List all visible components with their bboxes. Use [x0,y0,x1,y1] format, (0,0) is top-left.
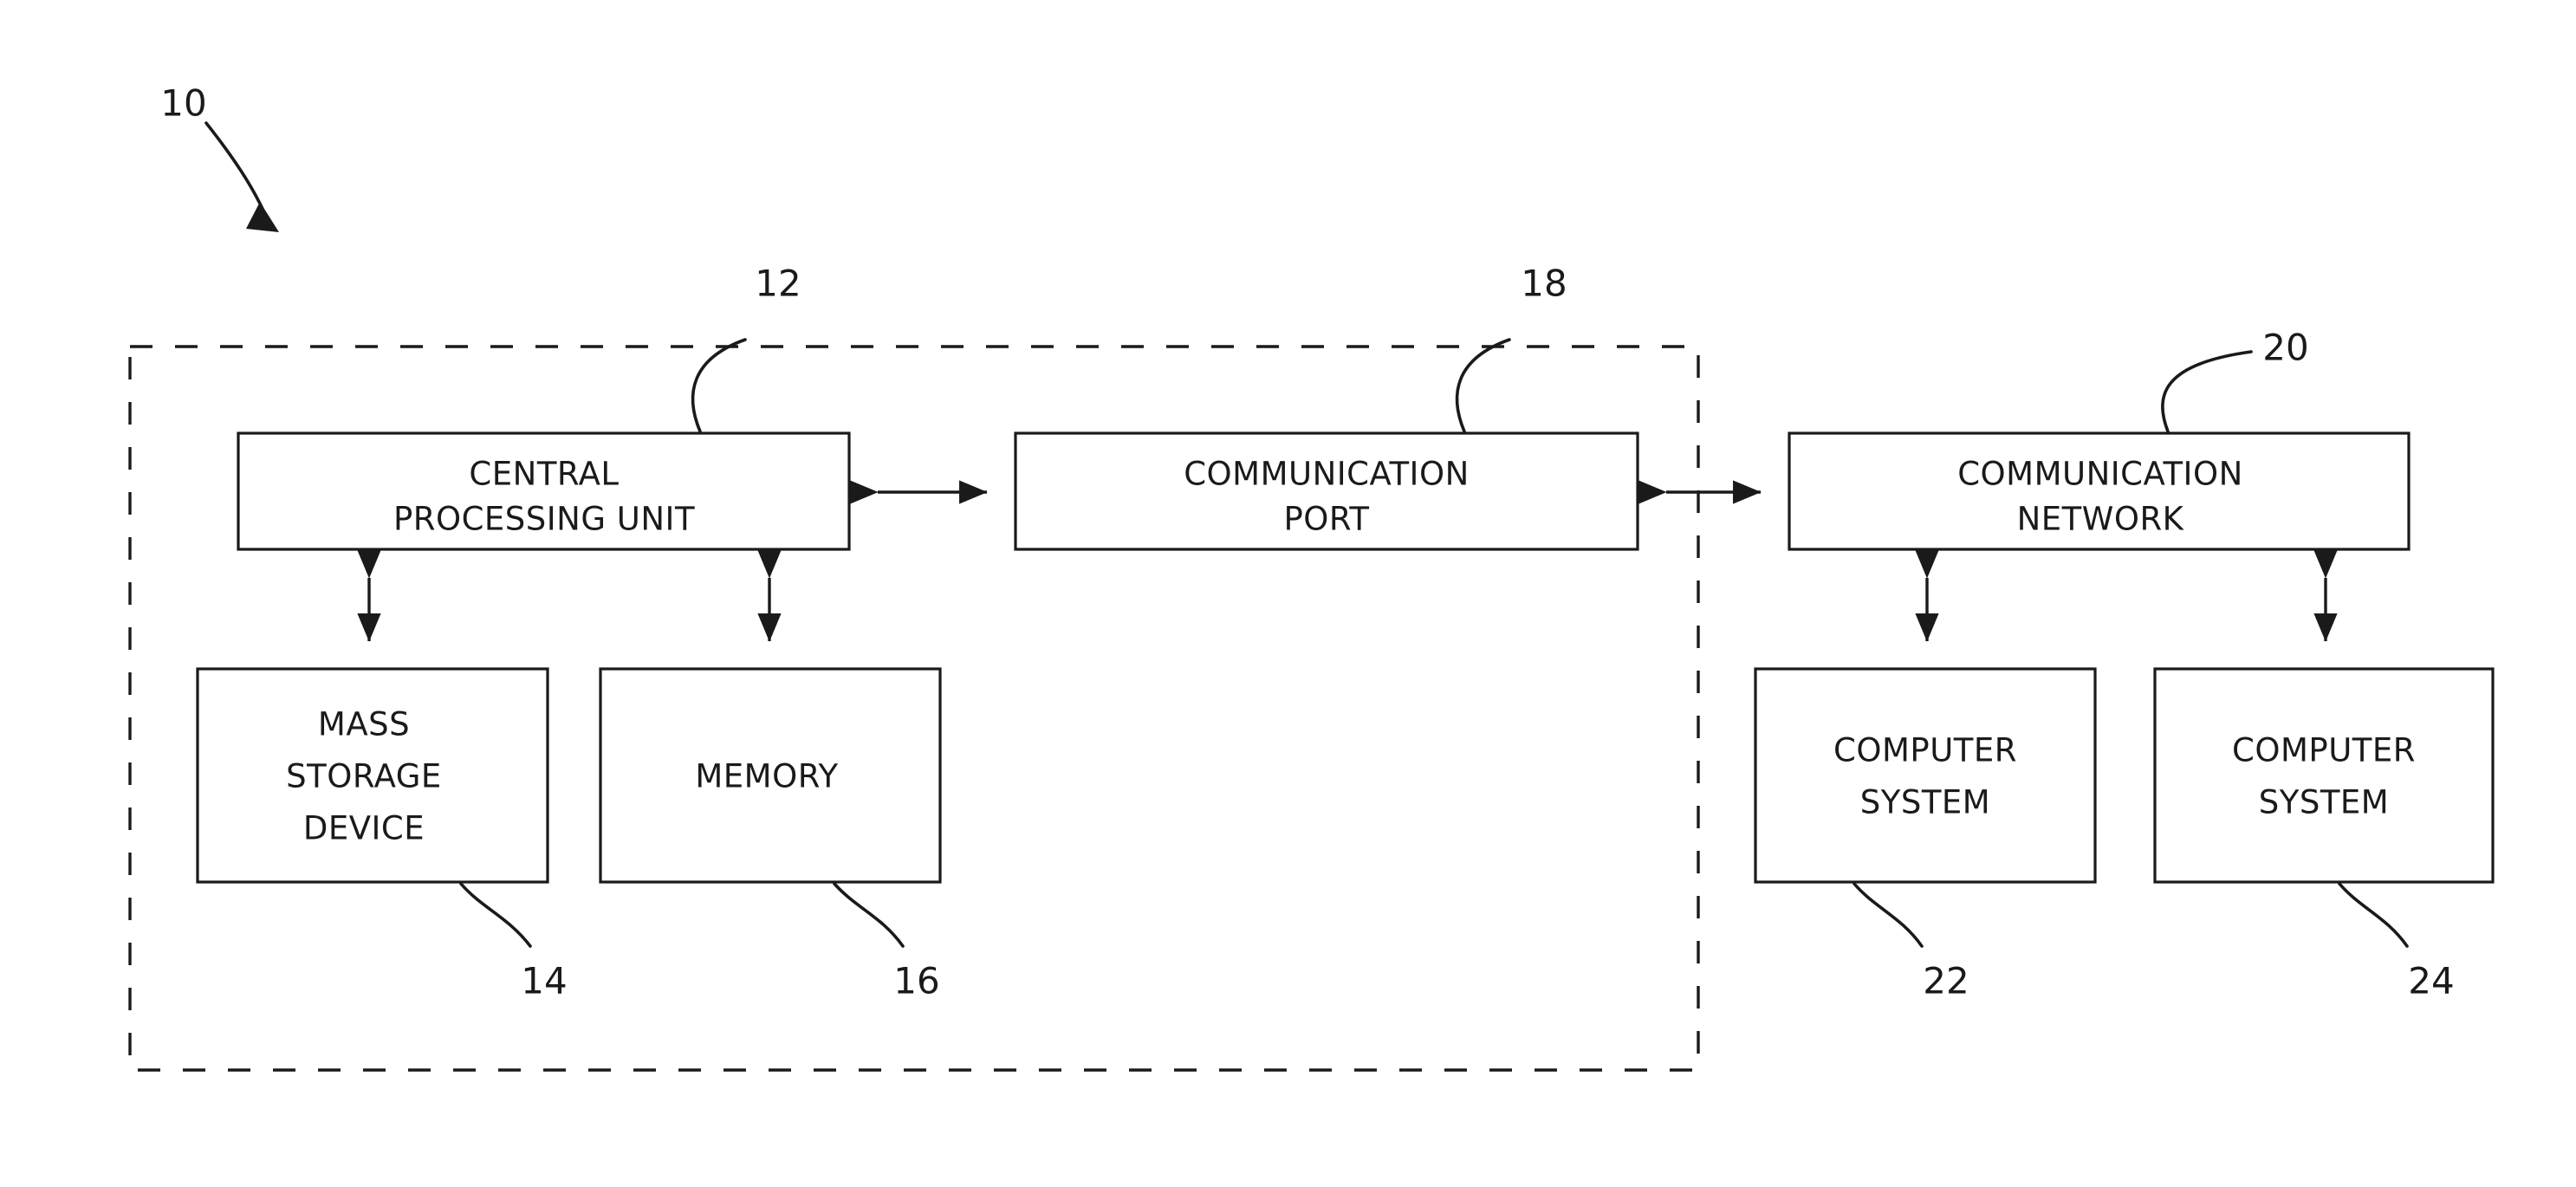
communication-network-label-line1: COMMUNICATION [1957,456,2243,493]
figure-canvas: 10 CENTRAL PROCESSING UNIT 12 COMMUNICAT… [128,82,2495,1072]
communication-port-label-line2: PORT [1283,501,1369,538]
block-computer-system-1 [1754,667,2097,884]
leader-line-10 [204,121,269,220]
mass-storage-label-line1: MASS [318,706,410,743]
computer-system-2-label-line2: SYSTEM [2259,784,2389,821]
reference-label-10: 10 [160,82,206,125]
leader-line-14 [459,882,532,948]
reference-label-18: 18 [1521,263,1567,305]
leader-line-18 [1455,338,1511,433]
leader-line-12 [691,338,747,433]
reference-label-24: 24 [2408,960,2454,1002]
leader-line-22 [1853,882,1924,948]
cpu-label-line1: CENTRAL [469,456,619,493]
communication-network-label-line2: NETWORK [2017,501,2185,538]
memory-label-line1: MEMORY [695,758,838,795]
communication-port-label-line1: COMMUNICATION [1184,456,1470,493]
reference-label-12: 12 [755,263,801,305]
mass-storage-label-line2: STORAGE [286,758,442,795]
reference-label-22: 22 [1923,960,1969,1002]
block-computer-system-2 [2153,667,2495,884]
reference-label-14: 14 [521,960,567,1002]
computer-system-1-label-line1: COMPUTER [1833,732,2017,769]
leader-arrowhead-10 [246,202,279,232]
reference-label-20: 20 [2262,327,2308,369]
leader-line-24 [2338,882,2409,948]
leader-line-20 [2161,350,2253,433]
reference-label-16: 16 [893,960,939,1002]
cpu-label-line2: PROCESSING UNIT [393,501,695,538]
mass-storage-label-line3: DEVICE [303,810,425,847]
computer-system-2-label-line1: COMPUTER [2232,732,2416,769]
leader-line-16 [833,882,905,948]
patent-figure: 10 CENTRAL PROCESSING UNIT 12 COMMUNICAT… [0,0,2576,1187]
computer-system-1-label-line2: SYSTEM [1860,784,1990,821]
